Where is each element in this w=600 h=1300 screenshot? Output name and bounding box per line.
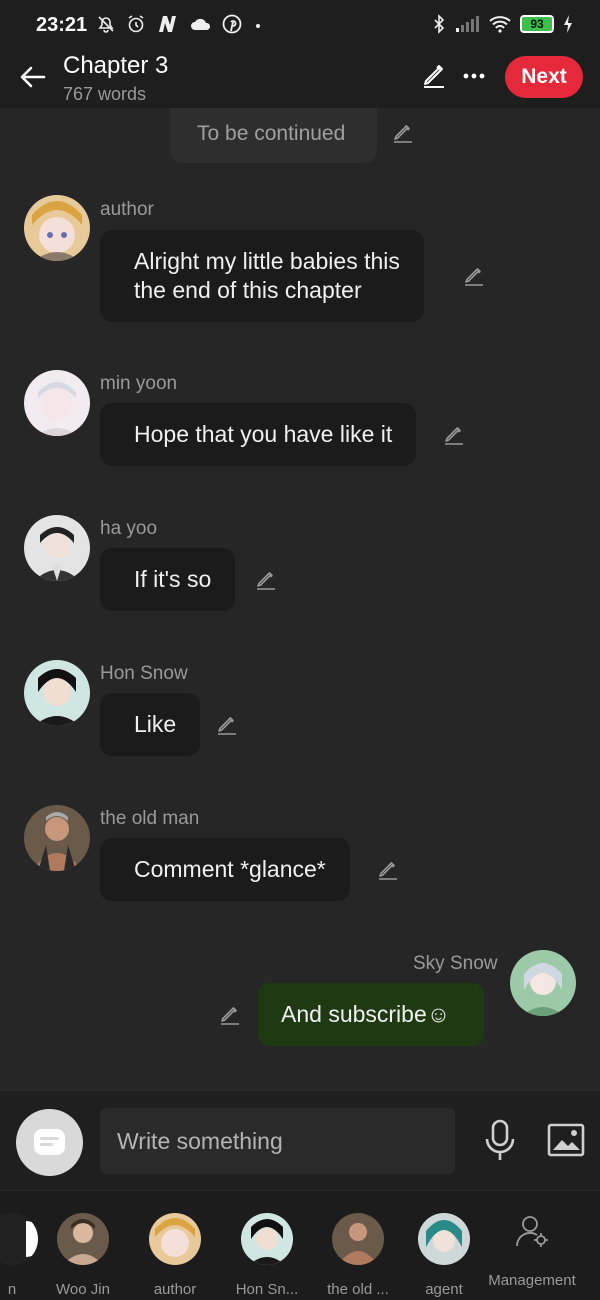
edit-note-icon[interactable]: [391, 121, 415, 145]
bluetooth-icon: [434, 14, 445, 34]
character-avatar: [241, 1213, 293, 1265]
more-options-icon[interactable]: [460, 56, 490, 86]
edit-message-icon[interactable]: [442, 423, 466, 447]
edit-message-icon[interactable]: [215, 713, 239, 737]
edit-message-icon[interactable]: [254, 568, 278, 592]
message-bubble[interactable]: And subscribe☺: [258, 983, 485, 1046]
dot-icon: [256, 24, 260, 28]
avatar[interactable]: [24, 660, 90, 726]
chapter-title: Chapter 3: [63, 52, 169, 79]
avatar[interactable]: [510, 950, 576, 1016]
status-icons-right: 93: [432, 14, 574, 34]
header: Chapter 3 767 words Next: [0, 52, 600, 108]
character-item[interactable]: agent: [404, 1213, 484, 1298]
message-line: Hope that you have like it: [134, 421, 393, 447]
edit-message-icon[interactable]: [218, 1003, 242, 1027]
word-count: 767 words: [63, 84, 147, 104]
character-avatar: [332, 1213, 384, 1265]
avatar[interactable]: [24, 515, 90, 581]
message-bubble[interactable]: If it's so: [100, 548, 236, 611]
message-line: Comment *glance*: [134, 856, 326, 882]
message-line: If it's so: [134, 566, 212, 592]
message-bubble[interactable]: Hope that you have like it: [100, 403, 417, 466]
character-avatar: [418, 1213, 470, 1265]
character-bar: n Woo Jin author Hon Sn... the old ... a…: [0, 1190, 600, 1300]
character-item[interactable]: the old ...: [318, 1213, 398, 1298]
status-icons-left: [96, 14, 264, 34]
signal-icon: [456, 16, 479, 32]
cloud-icon: [191, 18, 211, 30]
microphone-icon[interactable]: [483, 1119, 517, 1163]
character-name: author: [153, 1281, 197, 1298]
message-bubble[interactable]: Like: [100, 693, 201, 756]
character-avatar: [0, 1213, 38, 1265]
pinned-note-text: To be continued: [197, 122, 346, 145]
character-name: the old ...: [327, 1281, 389, 1298]
chat-options-button[interactable]: [16, 1109, 83, 1176]
character-name: Hon Sn...: [235, 1281, 299, 1298]
image-icon[interactable]: [547, 1123, 585, 1157]
next-button[interactable]: Next: [505, 56, 583, 98]
sender-name: Sky Snow: [413, 953, 498, 974]
charging-icon: [564, 15, 572, 33]
sender-name: Hon Snow: [100, 663, 188, 684]
composer: Write something: [0, 1090, 600, 1190]
wifi-icon: [489, 16, 511, 33]
battery-icon: 93: [520, 15, 554, 33]
character-name: agent: [425, 1281, 463, 1298]
message-line: And subscribe☺: [281, 1001, 451, 1027]
message-line: the end of this chapter: [134, 277, 362, 303]
character-item[interactable]: Woo Jin: [43, 1213, 123, 1298]
message-input[interactable]: Write something: [100, 1108, 455, 1174]
character-item[interactable]: author: [135, 1213, 215, 1298]
message-line: Alright my little babies this: [134, 248, 400, 274]
character-item[interactable]: Hon Sn...: [227, 1213, 307, 1298]
edit-chapter-icon[interactable]: [420, 62, 448, 90]
edit-message-icon[interactable]: [376, 858, 400, 882]
character-name: Woo Jin: [56, 1281, 110, 1298]
user-settings-icon: [516, 1216, 548, 1247]
sender-name: author: [100, 199, 154, 220]
pinterest-icon: [222, 14, 242, 34]
sender-name: the old man: [100, 808, 200, 829]
character-avatar: [149, 1213, 201, 1265]
status-bar: 23:21 93: [0, 0, 600, 52]
back-arrow-icon[interactable]: [16, 60, 48, 92]
status-time: 23:21: [36, 14, 88, 36]
mute-bell-icon: [98, 16, 114, 33]
alarm-icon: [128, 15, 144, 33]
avatar[interactable]: [24, 195, 90, 261]
avatar[interactable]: [24, 370, 90, 436]
sender-name: ha yoo: [100, 518, 158, 539]
pinned-note[interactable]: To be continued: [170, 108, 377, 163]
management-label: Management: [488, 1272, 576, 1289]
avatar[interactable]: [24, 805, 90, 871]
character-avatar: [57, 1213, 109, 1265]
message-bubble[interactable]: Alright my little babies this the end of…: [100, 230, 424, 322]
management-button[interactable]: Management: [482, 1213, 582, 1289]
message-bubble[interactable]: Comment *glance*: [100, 838, 350, 901]
message-template-icon: [34, 1129, 65, 1155]
message-line: Like: [134, 711, 177, 737]
edit-message-icon[interactable]: [462, 264, 486, 288]
sender-name: min yoon: [100, 373, 178, 394]
chat-content[interactable]: To be continued author Alright my little…: [0, 108, 600, 1090]
n-logo-icon: [159, 16, 176, 32]
